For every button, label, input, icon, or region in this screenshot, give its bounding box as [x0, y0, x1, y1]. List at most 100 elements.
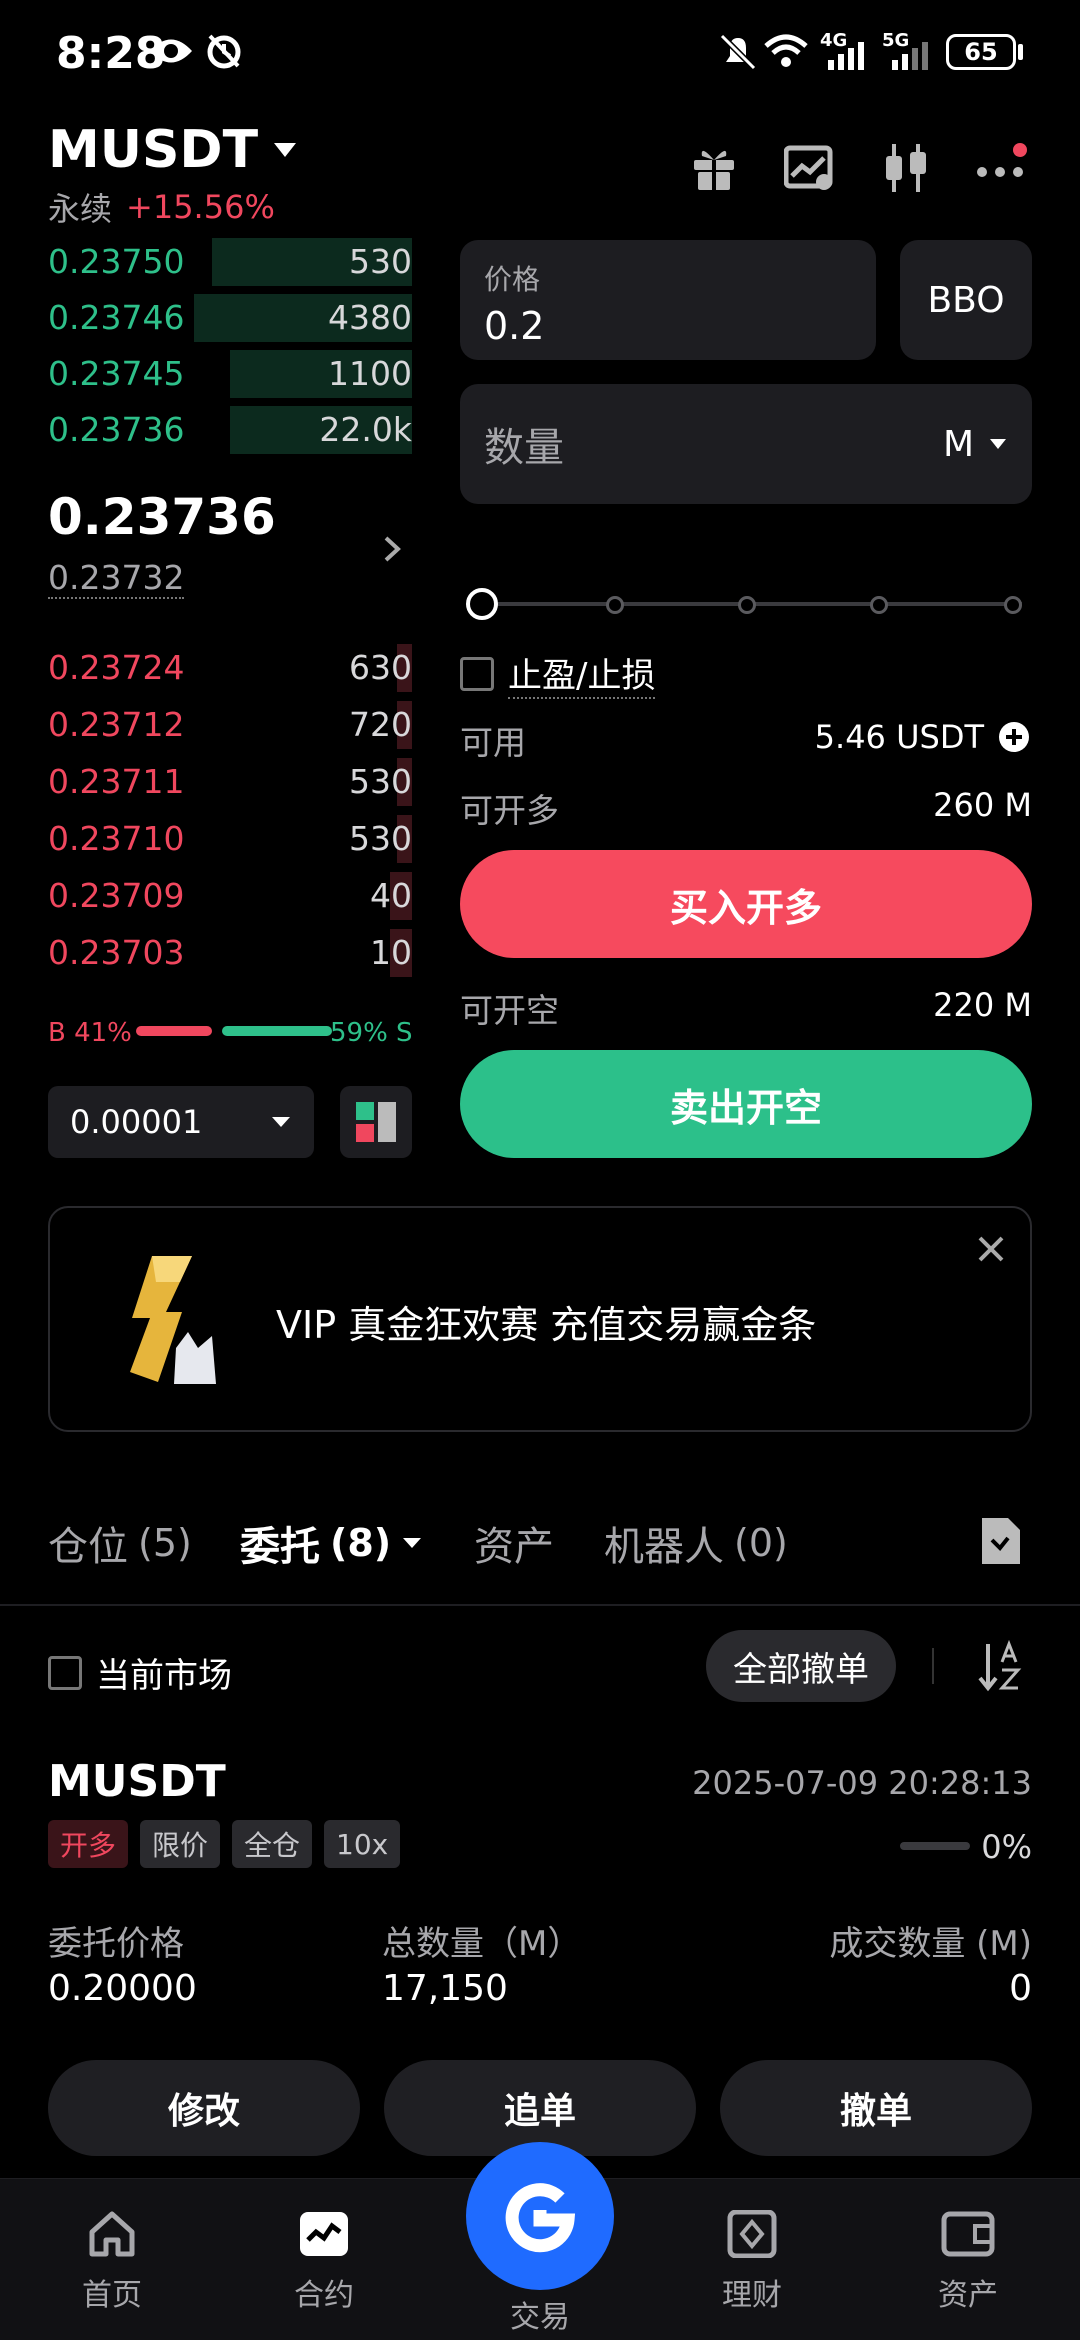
- checkbox-box[interactable]: [48, 1655, 82, 1690]
- buy-long-button[interactable]: 买入开多: [460, 850, 1032, 958]
- tag-limit: 限价: [140, 1820, 221, 1868]
- modify-order-button[interactable]: 修改: [48, 2060, 360, 2156]
- checkbox-box[interactable]: [460, 656, 494, 691]
- bid-qty: 630: [349, 648, 412, 687]
- quantity-input[interactable]: 数量 M: [460, 384, 1032, 504]
- bid-qty: 530: [349, 819, 412, 858]
- tab-positions[interactable]: 仓位 (5): [48, 1514, 192, 1572]
- can-short-value: 220 M: [933, 986, 1032, 1024]
- sell-short-button[interactable]: 卖出开空: [460, 1050, 1032, 1158]
- slider-step: [606, 596, 624, 614]
- price-input[interactable]: 价格 0.2: [460, 240, 876, 360]
- ask-qty: 530: [349, 242, 412, 281]
- more-icon[interactable]: [976, 142, 1030, 182]
- tab-positions-count: (5): [138, 1521, 192, 1565]
- caret-down-icon: [270, 1115, 292, 1129]
- chevron-right-icon[interactable]: [382, 534, 402, 564]
- ask-row[interactable]: 0.23746 4380: [48, 290, 412, 346]
- tab-orders[interactable]: 委托 (8): [240, 1514, 423, 1572]
- order-total-value: 17,150: [382, 1968, 508, 2009]
- cancel-order-button[interactable]: 撤单: [720, 2060, 1032, 2156]
- nav-finance[interactable]: 理财: [644, 2210, 860, 2314]
- nav-assets-label: 资产: [938, 2278, 998, 2313]
- buy-ratio-bar: [136, 1026, 212, 1036]
- symbol-title: MUSDT: [48, 120, 259, 180]
- price-input-value: 0.2: [484, 304, 545, 348]
- slider-step: [870, 596, 888, 614]
- ask-row[interactable]: 0.23745 1100: [48, 346, 412, 402]
- layout-icon: [356, 1102, 396, 1142]
- can-long-value: 260 M: [933, 786, 1032, 824]
- slider-step: [738, 596, 756, 614]
- order-price-value: 0.20000: [48, 1968, 197, 2009]
- gift-icon[interactable]: [690, 142, 738, 192]
- bid-row[interactable]: 0.23703 10: [48, 925, 412, 981]
- sell-ratio-bar: [222, 1026, 332, 1036]
- nav-home[interactable]: 首页: [4, 2210, 220, 2314]
- precision-select[interactable]: 0.00001: [48, 1086, 314, 1158]
- bid-price: 0.23711: [48, 762, 185, 801]
- contract-type: 永续: [48, 190, 113, 228]
- book-layout-button[interactable]: [340, 1086, 412, 1158]
- bid-row[interactable]: 0.23724 630: [48, 640, 412, 696]
- bid-qty: 720: [349, 705, 412, 744]
- order-filled-label: 成交数量 (M): [829, 1924, 1032, 1964]
- close-icon[interactable]: [976, 1234, 1006, 1264]
- nav-trade-button[interactable]: [466, 2142, 614, 2290]
- gold-bar-icon: [122, 1252, 222, 1388]
- document-icon[interactable]: [978, 1516, 1024, 1566]
- ask-price: 0.23736: [48, 410, 185, 449]
- ask-row[interactable]: 0.23736 22.0k: [48, 402, 412, 458]
- bid-row[interactable]: 0.23710 530: [48, 811, 412, 867]
- nav-futures[interactable]: 合约: [216, 2210, 432, 2314]
- chart-settings-icon[interactable]: [784, 144, 836, 192]
- quantity-unit-select[interactable]: M: [943, 424, 1008, 465]
- nav-home-label: 首页: [82, 2278, 142, 2313]
- banner-text: VIP 真金狂欢赛 充值交易赢金条: [276, 1303, 817, 1347]
- alarm-icon: [204, 30, 244, 70]
- symbol-selector[interactable]: MUSDT: [48, 120, 298, 180]
- bid-row[interactable]: 0.23712 720: [48, 697, 412, 753]
- signal-bars-icon: [890, 40, 930, 70]
- tab-bots-count: (0): [734, 1521, 788, 1565]
- candlestick-icon[interactable]: [882, 142, 930, 194]
- mute-bell-icon: [718, 32, 758, 72]
- quantity-slider[interactable]: [466, 588, 1026, 620]
- bid-qty: 10: [370, 933, 412, 972]
- can-short-label: 可开空: [460, 991, 559, 1030]
- promo-banner[interactable]: VIP 真金狂欢赛 充值交易赢金条: [48, 1206, 1032, 1432]
- sort-az-icon[interactable]: [978, 1640, 1024, 1692]
- tab-bots-label: 机器人: [604, 1524, 724, 1570]
- precision-value: 0.00001: [70, 1103, 203, 1141]
- battery-tip: [1018, 44, 1023, 60]
- tpsl-checkbox[interactable]: 止盈/止损: [460, 648, 656, 699]
- tab-bots[interactable]: 机器人 (0): [604, 1514, 788, 1572]
- order-time: 2025-07-09 20:28:13: [692, 1764, 1032, 1802]
- bid-row[interactable]: 0.23711 530: [48, 754, 412, 810]
- nav-futures-label: 合约: [294, 2278, 354, 2313]
- bid-price: 0.23724: [48, 648, 185, 687]
- fill-progress-bar: [900, 1842, 970, 1850]
- nav-assets[interactable]: 资产: [860, 2210, 1076, 2314]
- add-funds-icon[interactable]: [998, 721, 1030, 753]
- available-label: 可用: [460, 723, 526, 762]
- slider-thumb[interactable]: [466, 588, 498, 620]
- current-market-label: 当前市场: [96, 1656, 232, 1696]
- tag-leverage: 10x: [324, 1820, 401, 1868]
- bbo-button[interactable]: BBO: [900, 240, 1032, 360]
- nav-trade[interactable]: 交易: [432, 2292, 648, 2336]
- mark-price[interactable]: 0.23732: [48, 558, 185, 599]
- quantity-unit: M: [942, 423, 974, 465]
- bid-qty: 530: [349, 762, 412, 801]
- caret-down-icon: [988, 437, 1008, 451]
- modify-label: 修改: [167, 2091, 240, 2132]
- cancel-all-button[interactable]: 全部撤单: [706, 1630, 896, 1702]
- order-price-label: 委托价格: [48, 1924, 184, 1964]
- fill-percent: 0%: [981, 1828, 1032, 1866]
- last-price[interactable]: 0.23736: [48, 488, 276, 546]
- bid-row[interactable]: 0.23709 40: [48, 868, 412, 924]
- nav-finance-label: 理财: [722, 2278, 782, 2313]
- current-market-checkbox[interactable]: 当前市场: [48, 1648, 232, 1697]
- tab-assets[interactable]: 资产: [474, 1514, 554, 1572]
- ask-row[interactable]: 0.23750 530: [48, 234, 412, 290]
